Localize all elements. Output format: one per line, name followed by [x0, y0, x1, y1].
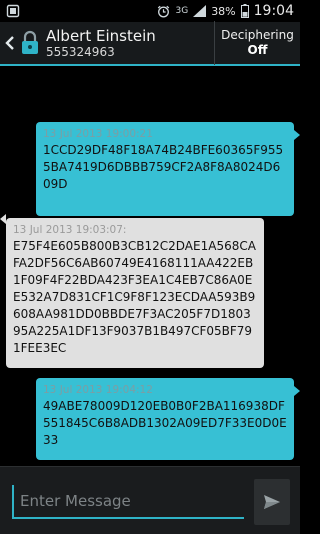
back-button[interactable]: [2, 21, 18, 65]
bubble-tail: [294, 130, 300, 140]
status-bar: 3G 38% 19:04: [0, 0, 300, 22]
bubble-tail: [294, 386, 300, 396]
send-icon: [264, 495, 280, 509]
send-button[interactable]: [254, 479, 290, 525]
message-bubble-sent[interactable]: 13 Jul 2013 19:04:12 49ABE78009D120EB0B0…: [36, 378, 294, 460]
message-input[interactable]: [12, 485, 244, 519]
signal-icon: [193, 5, 207, 17]
contact-name: Albert Einstein: [46, 26, 156, 45]
contact-number: 555324963: [46, 44, 115, 59]
message-list[interactable]: 13 Jul 2013 19:00:21 1CCD29DF48F18A74B24…: [0, 68, 300, 466]
message-bubble-received[interactable]: 13 Jul 2013 19:03:07: E75F4E605B800B3CB1…: [6, 218, 264, 368]
contact-info[interactable]: Albert Einstein 555324963: [46, 27, 156, 60]
deciphering-label: Deciphering: [221, 28, 294, 42]
lock-icon[interactable]: [20, 30, 40, 56]
message-timestamp: 13 Jul 2013 19:04:12: [43, 384, 153, 396]
message-text: 49ABE78009D120EB0B0F2BA116938DF551845C6B…: [43, 399, 287, 447]
composer: [0, 466, 300, 534]
status-time: 19:04: [253, 3, 294, 19]
chevron-left-icon: [5, 36, 14, 50]
message-text: 1CCD29DF48F18A74B24BFE60365F9555BA7419D6…: [43, 143, 284, 191]
message-text: E75F4E605B800B3CB12C2DAE1A568CAFA2DF56C6…: [13, 239, 256, 355]
screenshot-icon: [6, 4, 20, 18]
battery-percent: 38%: [211, 4, 236, 18]
status-left: [0, 4, 20, 18]
message-timestamp: 13 Jul 2013 19:03:07:: [13, 224, 127, 236]
status-right: 3G 38% 19:04: [157, 3, 300, 19]
network-type: 3G: [175, 5, 189, 16]
message-bubble-sent[interactable]: 13 Jul 2013 19:00:21 1CCD29DF48F18A74B24…: [36, 122, 294, 216]
action-bar: Albert Einstein 555324963 Deciphering Of…: [0, 21, 300, 66]
message-timestamp: 13 Jul 2013 19:00:21: [43, 128, 153, 140]
bubble-tail: [0, 214, 6, 224]
alarm-clock-icon: [158, 5, 170, 17]
deciphering-state: Off: [247, 43, 268, 57]
deciphering-toggle[interactable]: Deciphering Off: [214, 21, 300, 65]
battery-icon: [240, 4, 249, 18]
